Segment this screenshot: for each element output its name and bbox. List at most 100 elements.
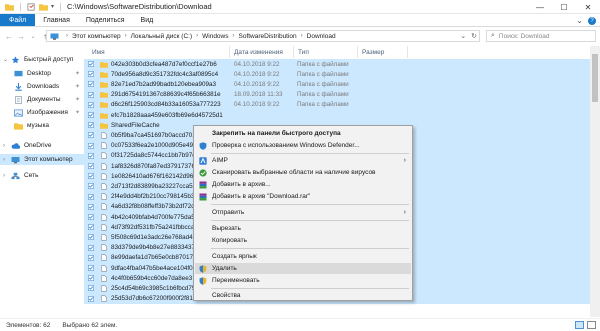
row-checkbox[interactable] [88,151,96,161]
properties-icon[interactable] [27,2,36,11]
breadcrumb-separator[interactable]: › [301,33,303,39]
breadcrumb-separator[interactable]: › [125,33,127,39]
breadcrumb-separator[interactable]: › [233,33,235,39]
row-checkbox[interactable] [88,141,96,151]
new-folder-icon[interactable] [39,3,48,11]
menu-item-create-shortcut[interactable]: Создать ярлык [195,251,411,262]
menu-item-copy[interactable]: Копировать [195,235,411,246]
row-checkbox[interactable] [88,294,96,304]
tab-share[interactable]: Поделиться [78,14,133,26]
row-checkbox[interactable] [88,263,96,273]
file-row[interactable]: 291d6754191367c88639c4f65b66381e 18.09.20… [84,89,590,100]
row-checkbox[interactable] [88,100,96,110]
file-name-text: 4b42c409bfab4d700fe775da5f6f [111,213,202,221]
file-row[interactable]: 042e303b0d3cfea487d7ef0ccf1e27b6 04.10.20… [84,59,590,70]
row-checkbox[interactable] [88,120,96,130]
expand-chevron-icon[interactable]: ⌄ [3,56,11,63]
quick-access-toolbar: ▾ [0,2,64,11]
nav-quick-access[interactable]: ⌄ Быстрый доступ [0,54,84,65]
nav-desktop[interactable]: Desktop ✦ [0,68,84,79]
tab-view[interactable]: Вид [133,14,162,26]
breadcrumb-separator[interactable]: › [196,33,198,39]
forward-button[interactable]: → [15,30,27,42]
help-icon[interactable]: ? [588,16,596,25]
nav-network[interactable]: › Сеть [0,170,84,181]
details-view-icon[interactable] [575,321,584,329]
nav-documents[interactable]: Документы ✦ [0,94,84,105]
menu-item-virus-scan[interactable]: Сканировать выбранные области на наличие… [195,167,411,178]
column-header-name[interactable]: Имя [84,46,230,58]
breadcrumb-download[interactable]: Download [307,33,336,40]
menu-item-delete[interactable]: Удалить [195,263,411,274]
row-checkbox[interactable] [88,243,96,253]
row-checkbox[interactable] [88,283,96,293]
folder-icon [100,92,108,98]
row-checkbox[interactable] [88,181,96,191]
breadcrumb-this-pc[interactable]: Этот компьютер [72,33,121,40]
address-bar[interactable]: › Этот компьютер › Локальный диск (C:) ›… [46,30,480,42]
breadcrumb-softwaredistribution[interactable]: SoftwareDistribution [239,33,297,40]
file-row[interactable]: 70de956a8d9c351732fdc4c3af0895c4 04.10.20… [84,69,590,80]
file-icon [101,152,107,159]
file-row[interactable]: efc7b1828aaa459e603fb69e6d45725d1 [84,110,590,121]
menu-label: Добавить в архив... [212,181,271,188]
row-checkbox[interactable] [88,130,96,140]
maximize-button[interactable]: ☐ [552,0,576,14]
column-header-size[interactable]: Размер [358,46,408,58]
nav-onedrive[interactable]: › OneDrive [0,140,84,151]
column-header-type[interactable]: Тип [294,46,358,58]
recent-locations-button[interactable]: ⌄ [27,30,39,42]
menu-item-pin-quick-access[interactable]: Закрепить на панели быстрого доступа [195,128,411,139]
expand-chevron-icon[interactable]: › [3,157,11,163]
large-icons-view-icon[interactable] [587,321,596,329]
scrollbar-thumb[interactable] [592,54,598,102]
search-input[interactable]: ⌕ Поиск: Download [486,30,596,42]
menu-item-add-archive[interactable]: Добавить в архив... [195,179,411,190]
row-checkbox[interactable] [88,273,96,283]
folder-icon [100,122,108,129]
toolbar-divider [20,2,21,11]
row-checkbox[interactable] [88,90,96,100]
nav-music[interactable]: музыка [0,120,84,131]
breadcrumb-local-disk[interactable]: Локальный диск (C:) [131,33,193,40]
menu-item-aimp[interactable]: AIMP › [195,155,411,166]
refresh-icon[interactable]: ↻ [471,32,477,40]
menu-item-defender-scan[interactable]: Проверка с использованием Windows Defend… [195,140,411,151]
breadcrumb-windows[interactable]: Windows [202,33,228,40]
row-checkbox[interactable] [88,69,96,79]
row-checkbox[interactable] [88,253,96,263]
tab-file[interactable]: Файл [0,14,36,26]
row-checkbox[interactable] [88,202,96,212]
nav-pictures[interactable]: Изображения ✦ [0,107,84,118]
nav-this-pc[interactable]: › Этот компьютер [0,154,84,165]
column-label: Размер [362,48,385,56]
menu-item-properties[interactable]: Свойства [195,290,411,301]
menu-item-send-to[interactable]: Отправить › [195,207,411,218]
address-history-icon[interactable]: ⌄ [460,32,466,40]
row-checkbox[interactable] [88,59,96,69]
row-checkbox[interactable] [88,110,96,120]
row-checkbox[interactable] [88,212,96,222]
row-checkbox[interactable] [88,192,96,202]
expand-chevron-icon[interactable]: › [3,143,11,149]
row-checkbox[interactable] [88,232,96,242]
row-checkbox[interactable] [88,171,96,181]
menu-item-add-download-rar[interactable]: Добавить в архив "Download.rar" [195,191,411,202]
back-button[interactable]: ← [3,30,15,42]
customize-toolbar-icon[interactable]: ▾ [51,3,54,10]
menu-item-cut[interactable]: Вырезать [195,223,411,234]
vertical-scrollbar[interactable] [590,46,600,317]
tab-home[interactable]: Главная [35,14,78,26]
nav-downloads[interactable]: Downloads ✦ [0,81,84,92]
expand-chevron-icon[interactable]: › [3,173,11,179]
file-row[interactable]: d6c26f125903cd84b33a16053a777223 04.10.20… [84,99,590,110]
expand-ribbon-icon[interactable]: ⌄ [576,16,583,25]
row-checkbox[interactable] [88,222,96,232]
close-button[interactable]: ✕ [576,0,600,14]
row-checkbox[interactable] [88,161,96,171]
menu-item-rename[interactable]: Переименовать [195,275,411,286]
row-checkbox[interactable] [88,79,96,89]
column-header-date[interactable]: Дата изменения [230,46,294,58]
minimize-button[interactable]: — [528,0,552,14]
file-row[interactable]: 82e71ed7b2ad99badb120ebea909a3 04.10.2018… [84,79,590,90]
